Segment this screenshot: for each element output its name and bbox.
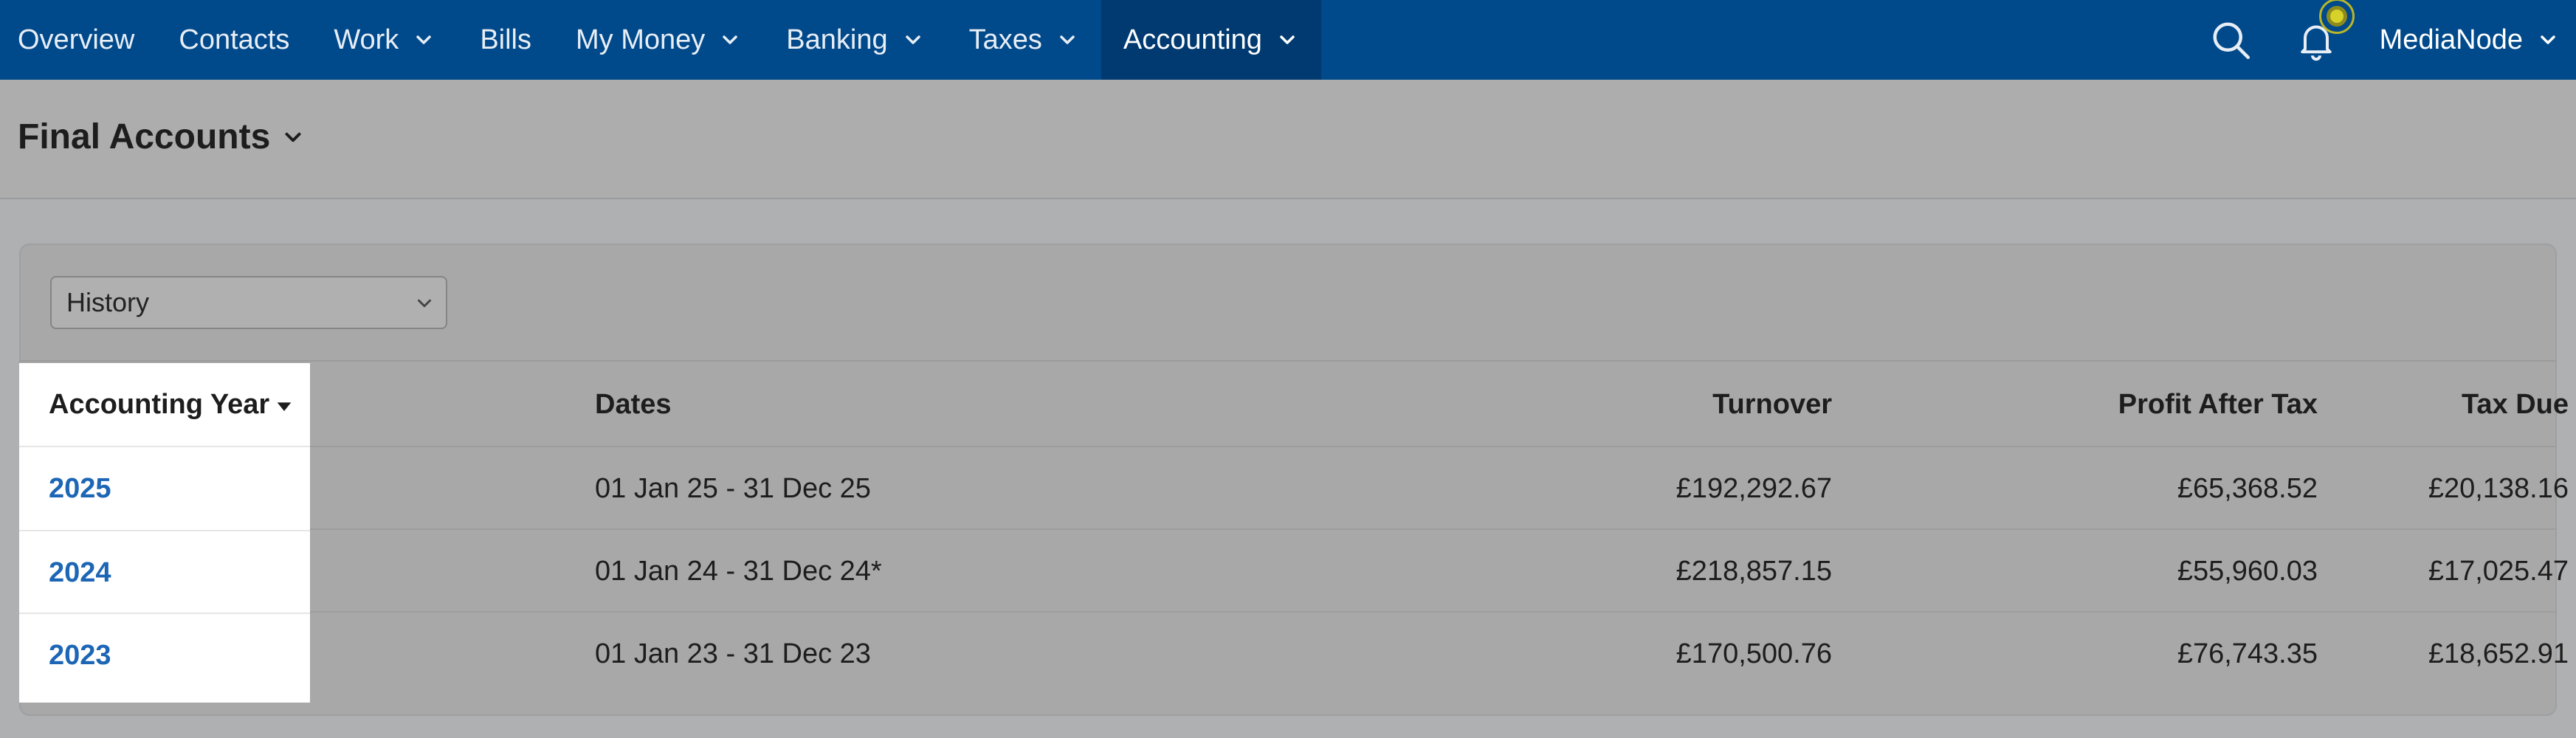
nav-item-label: Work bbox=[334, 24, 399, 55]
nav-item-label: Banking bbox=[786, 24, 888, 55]
table-row: 01 Jan 23 - 31 Dec 23 £170,500.76 £76,74… bbox=[21, 613, 2569, 695]
tax-due-cell: £20,138.16 bbox=[2428, 472, 2569, 504]
nav-item-taxes[interactable]: Taxes bbox=[947, 0, 1101, 80]
user-menu[interactable]: MediaNode bbox=[2380, 24, 2576, 56]
nav-actions: MediaNode bbox=[2208, 0, 2576, 80]
dates-cell: 01 Jan 24 - 31 Dec 24* bbox=[595, 555, 882, 587]
sort-desc-icon bbox=[274, 396, 295, 416]
table-divider bbox=[21, 360, 2555, 362]
nav-item-label: Accounting bbox=[1123, 24, 1262, 55]
nav-item-work[interactable]: Work bbox=[311, 0, 458, 80]
column-header-turnover: Turnover bbox=[1712, 388, 1832, 420]
tax-due-cell: £17,025.47 bbox=[2428, 555, 2569, 587]
search-icon[interactable] bbox=[2208, 18, 2253, 62]
nav-item-label: My Money bbox=[576, 24, 706, 55]
chevron-down-icon bbox=[412, 28, 435, 52]
view-select-value: History bbox=[66, 287, 150, 317]
nav-item-my-money[interactable]: My Money bbox=[554, 0, 764, 80]
view-select[interactable]: History bbox=[50, 276, 447, 329]
chevron-down-icon bbox=[1275, 28, 1299, 52]
dates-cell: 01 Jan 23 - 31 Dec 23 bbox=[595, 638, 871, 669]
column-header-dates: Dates bbox=[595, 388, 672, 420]
column-header-label: Accounting Year bbox=[49, 388, 270, 420]
tax-due-cell: £18,652.91 bbox=[2428, 638, 2569, 669]
turnover-cell: £192,292.67 bbox=[1676, 472, 1832, 504]
turnover-cell: £170,500.76 bbox=[1676, 638, 1832, 669]
accounting-year-column: Accounting Year 2025 2024 2023 bbox=[19, 363, 310, 703]
chevron-down-icon bbox=[1055, 28, 1079, 52]
page-title-label: Final Accounts bbox=[18, 117, 271, 156]
turnover-cell: £218,857.15 bbox=[1676, 555, 1832, 587]
profit-cell: £55,960.03 bbox=[2177, 555, 2318, 587]
chevron-down-icon bbox=[901, 28, 925, 52]
dates-cell: 01 Jan 25 - 31 Dec 25 bbox=[595, 472, 871, 504]
table-row: 01 Jan 25 - 31 Dec 25 £192,292.67 £65,36… bbox=[21, 447, 2569, 530]
final-accounts-card: History Dates Turnover Profit After Tax … bbox=[19, 244, 2569, 716]
column-header-profit-after-tax: Profit After Tax bbox=[2118, 388, 2318, 420]
nav-item-label: Contacts bbox=[179, 24, 290, 55]
year-link-2025[interactable]: 2025 bbox=[49, 447, 111, 530]
notification-dot bbox=[2326, 6, 2347, 27]
nav-item-label: Taxes bbox=[968, 24, 1042, 55]
chevron-down-icon bbox=[2536, 28, 2560, 52]
column-header-accounting-year[interactable]: Accounting Year bbox=[49, 363, 295, 446]
profit-cell: £76,743.35 bbox=[2177, 638, 2318, 669]
page-title[interactable]: Final Accounts bbox=[18, 117, 306, 157]
main-menu: Overview Contacts Work Bills My Money Ba… bbox=[0, 0, 1321, 80]
nav-item-contacts[interactable]: Contacts bbox=[156, 0, 311, 80]
nav-item-bills[interactable]: Bills bbox=[458, 0, 554, 80]
nav-item-overview[interactable]: Overview bbox=[0, 0, 156, 80]
table-row: 01 Jan 24 - 31 Dec 24* £218,857.15 £55,9… bbox=[21, 530, 2569, 613]
table-header-row: Dates Turnover Profit After Tax Tax Due bbox=[21, 363, 2569, 446]
year-link-2023[interactable]: 2023 bbox=[49, 614, 111, 697]
profit-cell: £65,368.52 bbox=[2177, 472, 2318, 504]
chevron-down-icon bbox=[280, 125, 306, 150]
chevron-down-icon bbox=[413, 292, 435, 314]
column-header-tax-due: Tax Due bbox=[2461, 388, 2569, 420]
chevron-down-icon bbox=[718, 28, 742, 52]
year-link-2024[interactable]: 2024 bbox=[49, 531, 111, 614]
nav-item-accounting[interactable]: Accounting bbox=[1101, 0, 1321, 80]
nav-item-label: Bills bbox=[480, 24, 531, 55]
nav-item-banking[interactable]: Banking bbox=[764, 0, 946, 80]
bell-icon[interactable] bbox=[2294, 0, 2355, 62]
page-header: Final Accounts bbox=[0, 80, 2576, 199]
user-name: MediaNode bbox=[2379, 24, 2523, 55]
top-navigation: Overview Contacts Work Bills My Money Ba… bbox=[0, 0, 2576, 80]
nav-item-label: Overview bbox=[18, 24, 135, 55]
